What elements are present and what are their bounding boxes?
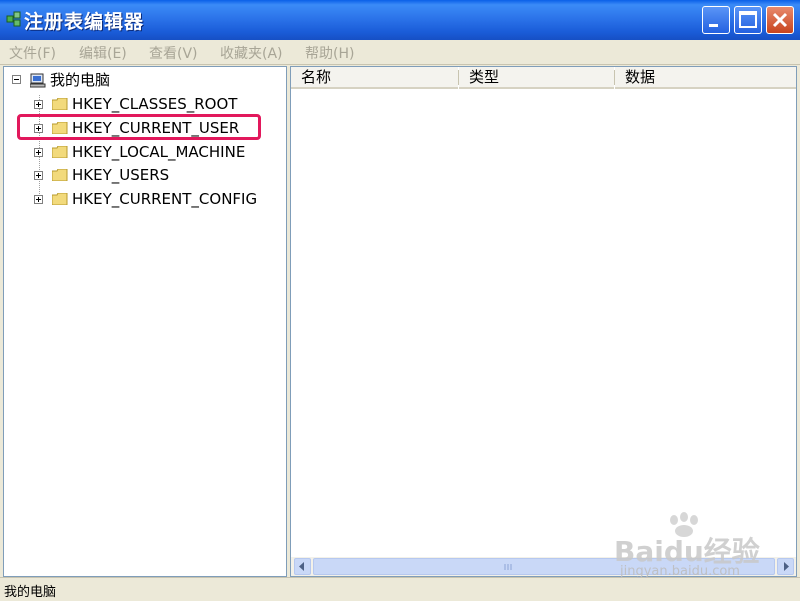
watermark-url: jingyan.baidu.com <box>620 564 740 579</box>
menu-help[interactable]: 帮助(H) <box>305 43 354 63</box>
expand-toggle[interactable] <box>34 195 43 204</box>
folder-icon <box>52 169 68 181</box>
registry-app-icon <box>6 11 21 27</box>
tree-item-label: HKEY_CURRENT_CONFIG <box>72 190 258 208</box>
column-header-type[interactable]: 类型 <box>459 67 614 89</box>
column-header-data[interactable]: 数据 <box>615 67 796 89</box>
expand-toggle[interactable] <box>34 148 43 157</box>
close-button[interactable] <box>766 6 794 34</box>
baidu-watermark: Baidu经验 jingyan.baidu.com <box>614 512 784 582</box>
expand-toggle[interactable] <box>34 171 43 180</box>
scroll-left-button[interactable] <box>294 558 311 575</box>
tree-item-label: HKEY_CLASSES_ROOT <box>72 95 238 113</box>
arrow-left-icon <box>299 562 304 571</box>
tree-root-label: 我的电脑 <box>50 71 111 89</box>
tree-item-label: HKEY_LOCAL_MACHINE <box>72 143 246 161</box>
registry-tree[interactable]: 我的电脑 HKEY_CLASSES_ROOT HKEY_CURRENT_USER… <box>3 66 287 577</box>
window-title: 注册表编辑器 <box>24 11 145 33</box>
collapse-toggle[interactable] <box>12 75 21 84</box>
menu-edit[interactable]: 编辑(E) <box>79 43 127 63</box>
tree-root-my-computer[interactable]: 我的电脑 <box>10 69 210 91</box>
menu-favorites[interactable]: 收藏夹(A) <box>220 43 283 63</box>
minimize-button[interactable] <box>702 6 730 34</box>
folder-icon <box>52 193 68 205</box>
status-text: 我的电脑 <box>4 585 57 600</box>
menu-view[interactable]: 查看(V) <box>149 43 198 63</box>
expand-toggle[interactable] <box>34 100 43 109</box>
close-icon <box>772 12 788 28</box>
tree-item-hkey-users[interactable]: HKEY_USERS <box>32 164 282 186</box>
title-bar[interactable]: 注册表编辑器 <box>0 0 800 40</box>
values-list[interactable]: 名称 类型 数据 <box>290 66 797 577</box>
computer-icon <box>30 73 46 88</box>
folder-icon <box>52 98 68 110</box>
tree-item-hkey-local-machine[interactable]: HKEY_LOCAL_MACHINE <box>32 141 282 163</box>
minimize-icon <box>709 24 718 27</box>
maximize-button[interactable] <box>734 6 762 34</box>
column-header-name[interactable]: 名称 <box>291 67 458 89</box>
folder-icon <box>52 146 68 158</box>
menu-file[interactable]: 文件(F) <box>9 43 56 63</box>
maximize-icon <box>739 11 757 28</box>
highlight-annotation-box <box>17 114 261 140</box>
tree-item-hkey-classes-root[interactable]: HKEY_CLASSES_ROOT <box>32 93 282 115</box>
registry-editor-window: 注册表编辑器 文件(F) 编辑(E) 查看(V) 收藏夹(A) 帮助(H) 我的… <box>0 0 800 601</box>
tree-item-hkey-current-config[interactable]: HKEY_CURRENT_CONFIG <box>32 188 282 210</box>
menu-bar: 文件(F) 编辑(E) 查看(V) 收藏夹(A) 帮助(H) <box>0 40 800 65</box>
tree-item-label: HKEY_USERS <box>72 166 170 184</box>
